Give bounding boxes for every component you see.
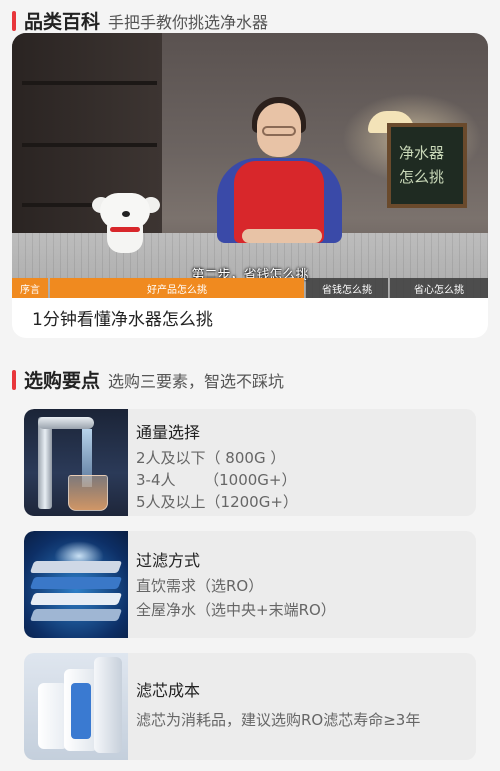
filter-layers-icon <box>24 531 128 638</box>
feature-title: 通量选择 <box>136 423 201 442</box>
section-subtitle: 选购三要素，智选不踩坑 <box>108 372 285 391</box>
feature-line: 3-4人 （1000G+） <box>136 471 297 489</box>
video-card[interactable]: 净水器 怎么挑 第二步，省钱怎么挑 序言 好产品怎么挑 省钱怎么挑 省心怎么挑 … <box>12 33 488 338</box>
feature-card-filter-cost[interactable]: 滤芯成本 滤芯为消耗品，建议选购RO滤芯寿命≥3年 <box>24 653 476 760</box>
section-accent-bar <box>12 10 16 31</box>
chapter-bar: 序言 好产品怎么挑 省钱怎么挑 省心怎么挑 <box>12 278 488 298</box>
feature-title: 滤芯成本 <box>136 681 201 700</box>
video-player[interactable]: 净水器 怎么挑 第二步，省钱怎么挑 序言 好产品怎么挑 省钱怎么挑 省心怎么挑 <box>12 33 488 298</box>
filter-cartridge-icon <box>24 653 128 760</box>
section-subtitle: 手把手教你挑选净水器 <box>108 13 269 32</box>
feature-line: 滤芯为消耗品，建议选购RO滤芯寿命≥3年 <box>136 711 421 729</box>
section-title: 选购要点 <box>24 370 101 392</box>
feature-card-flow[interactable]: 通量选择 2人及以下（ 800G ） 3-4人 （1000G+） 5人及以上（1… <box>24 409 476 516</box>
chapter-good-products[interactable]: 好产品怎么挑 <box>50 278 304 298</box>
chalkboard: 净水器 怎么挑 <box>387 123 467 208</box>
faucet-water-icon <box>24 409 128 516</box>
chapter-save-money[interactable]: 省钱怎么挑 <box>306 278 388 298</box>
category-encyclopedia-header: 品类百科 手把手教你挑选净水器 <box>12 7 268 34</box>
video-caption: 1分钟看懂净水器怎么挑 <box>32 310 213 330</box>
feature-line: 5人及以上（1200G+） <box>136 493 298 511</box>
chalkboard-text: 净水器 怎么挑 <box>399 144 445 186</box>
feature-line: 2人及以下（ 800G ） <box>136 449 286 467</box>
feature-line: 全屋净水（选中央+末端RO） <box>136 601 336 619</box>
chapter-intro[interactable]: 序言 <box>12 278 48 298</box>
feature-title: 过滤方式 <box>136 551 201 570</box>
buying-tips-header: 选购要点 选购三要素，智选不踩坑 <box>12 366 284 393</box>
feature-line: 直饮需求（选RO） <box>136 577 264 595</box>
chapter-worry-free[interactable]: 省心怎么挑 <box>390 278 488 298</box>
section-accent-bar <box>12 369 16 390</box>
feature-card-filtration[interactable]: 过滤方式 直饮需求（选RO） 全屋净水（选中央+末端RO） <box>24 531 476 638</box>
section-title: 品类百科 <box>24 11 101 33</box>
